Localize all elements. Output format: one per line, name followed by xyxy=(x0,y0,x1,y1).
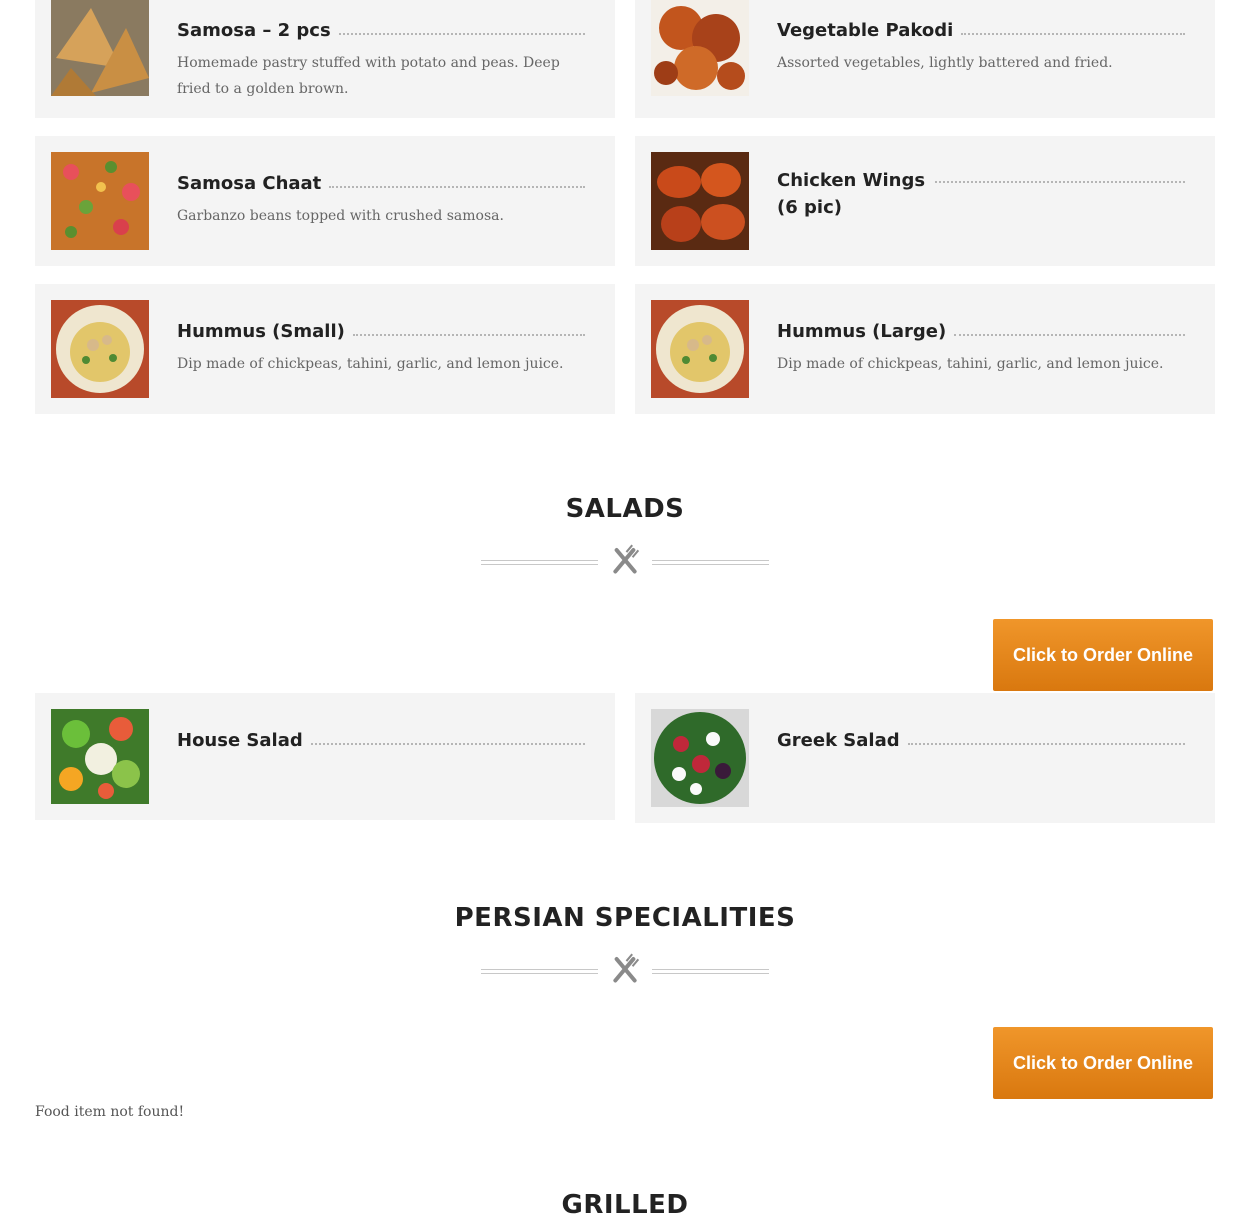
house-salad-image xyxy=(51,709,149,804)
menu-item-card: Greek Salad xyxy=(635,693,1215,823)
item-title: Greek Salad xyxy=(777,727,1185,754)
item-name: Samosa – 2 pcs xyxy=(177,20,331,41)
dot-leader xyxy=(338,32,585,35)
menu-item-card: House Salad xyxy=(35,693,615,820)
divider-line xyxy=(481,560,598,565)
item-title: House Salad xyxy=(177,727,585,754)
item-description: Dip made of chickpeas, tahini, garlic, a… xyxy=(177,356,564,372)
item-name: Hummus (Small) xyxy=(177,321,345,342)
divider-line xyxy=(652,560,769,565)
dot-leader xyxy=(310,742,585,745)
item-title: Chicken Wings (6 pic) xyxy=(777,167,1185,221)
menu-item-card: Samosa Chaat Garbanzo beans topped with … xyxy=(35,136,615,266)
pakodi-image xyxy=(651,0,749,96)
fork-knife-icon xyxy=(608,952,642,986)
menu-item-card: Hummus (Small) Dip made of chickpeas, ta… xyxy=(35,284,615,414)
item-name: Chicken Wings (6 pic) xyxy=(777,170,926,218)
item-title: Hummus (Large) xyxy=(777,318,1185,345)
menu-item-card: Chicken Wings (6 pic) xyxy=(635,136,1215,266)
samosa-chaat-image xyxy=(51,152,149,250)
dot-leader xyxy=(954,333,1185,336)
chicken-wings-image xyxy=(651,152,749,250)
item-title: Vegetable Pakodi xyxy=(777,17,1185,44)
divider-line xyxy=(481,969,598,974)
dot-leader xyxy=(935,181,1185,183)
divider-line xyxy=(652,969,769,974)
item-title: Hummus (Small) xyxy=(177,318,585,345)
hummus-image xyxy=(51,300,149,398)
greek-salad-image xyxy=(651,709,749,807)
menu-item-card: Hummus (Large) Dip made of chickpeas, ta… xyxy=(635,284,1215,414)
section-title-salads: SALADS xyxy=(565,494,685,524)
menu-item-card: Samosa – 2 pcs Homemade pastry stuffed w… xyxy=(35,0,615,118)
item-description: Dip made of chickpeas, tahini, garlic, a… xyxy=(777,356,1164,372)
section-title-persian: PERSIAN SPECIALITIES xyxy=(454,903,796,933)
section-title-grilled: GRILLED xyxy=(561,1190,689,1220)
item-title: Samosa Chaat xyxy=(177,170,585,197)
order-online-button[interactable]: Click to Order Online xyxy=(993,619,1213,691)
fork-knife-icon xyxy=(608,543,642,577)
section-divider xyxy=(481,543,769,577)
not-found-message: Food item not found! xyxy=(35,1104,185,1120)
section-divider xyxy=(481,952,769,986)
item-name: Vegetable Pakodi xyxy=(777,20,954,41)
hummus-image xyxy=(651,300,749,398)
item-description: Garbanzo beans topped with crushed samos… xyxy=(177,208,504,224)
dot-leader xyxy=(961,32,1185,35)
item-name: House Salad xyxy=(177,730,303,751)
item-name: Samosa Chaat xyxy=(177,173,322,194)
item-description: Assorted vegetables, lightly battered an… xyxy=(777,55,1113,71)
dot-leader xyxy=(352,333,585,336)
samosa-image xyxy=(51,0,149,96)
dot-leader xyxy=(907,742,1185,745)
item-name: Greek Salad xyxy=(777,730,900,751)
item-description: Homemade pastry stuffed with potato and … xyxy=(177,55,560,97)
dot-leader xyxy=(329,185,585,188)
item-title: Samosa – 2 pcs xyxy=(177,17,585,44)
item-name: Hummus (Large) xyxy=(777,321,947,342)
order-online-button[interactable]: Click to Order Online xyxy=(993,1027,1213,1099)
menu-item-card: Vegetable Pakodi Assorted vegetables, li… xyxy=(635,0,1215,118)
